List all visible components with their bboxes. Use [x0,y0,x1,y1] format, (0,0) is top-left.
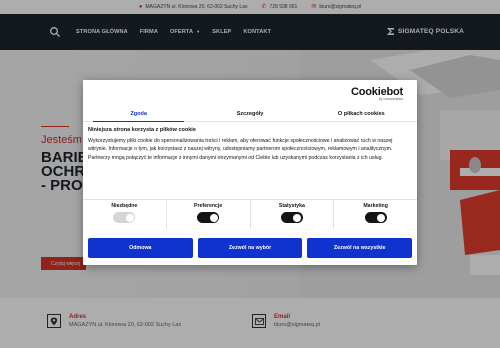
toggle-marketing: Marketing [333,200,417,229]
cookie-consent-dialog: Cookiebot by Usercentrics Zgoda Szczegół… [83,80,417,265]
toggle-knob [377,213,386,222]
toggle-knob [293,213,302,222]
cookie-tabs: Zgoda Szczegóły O plikach cookies [83,106,417,122]
toggle-statistics-label: Statystyka [278,203,305,209]
tab-consent[interactable]: Zgoda [83,106,194,122]
toggle-statistics: Statystyka [249,200,334,229]
allow-all-button[interactable]: Zezwól na wszystkie [307,238,413,258]
toggle-necessary-switch [113,212,136,223]
toggle-knob [209,213,218,222]
toggle-statistics-switch[interactable] [280,212,303,223]
toggle-necessary: Niezbędne [83,200,166,229]
cookie-content: Niniejsza strona korzysta z plików cooki… [88,127,410,162]
toggle-marketing-label: Marketing [363,203,388,209]
cookie-buttons: Odmowa Zezwól na wybór Zezwól na wszystk… [88,238,413,258]
toggle-marketing-switch[interactable] [364,212,387,223]
toggle-necessary-label: Niezbędne [111,203,138,209]
tab-about-cookies[interactable]: O plikach cookies [306,106,417,121]
cookie-body: Wykorzystujemy pliki cookie do spersonal… [88,138,393,161]
cookie-heading: Niniejsza strona korzysta z plików cooki… [88,127,196,133]
cookiebot-logo: Cookiebot by Usercentrics [351,86,403,101]
toggle-preferences-switch[interactable] [197,212,220,223]
toggle-knob [125,213,134,222]
toggle-preferences: Preferencje [165,200,250,229]
toggle-preferences-label: Preferencje [193,203,223,209]
cookie-toggles: Niezbędne Preferencje Statystyka Marketi… [83,199,417,229]
tab-details[interactable]: Szczegóły [194,106,305,121]
allow-selection-button[interactable]: Zezwól na wybór [197,238,303,258]
deny-button[interactable]: Odmowa [88,238,193,258]
